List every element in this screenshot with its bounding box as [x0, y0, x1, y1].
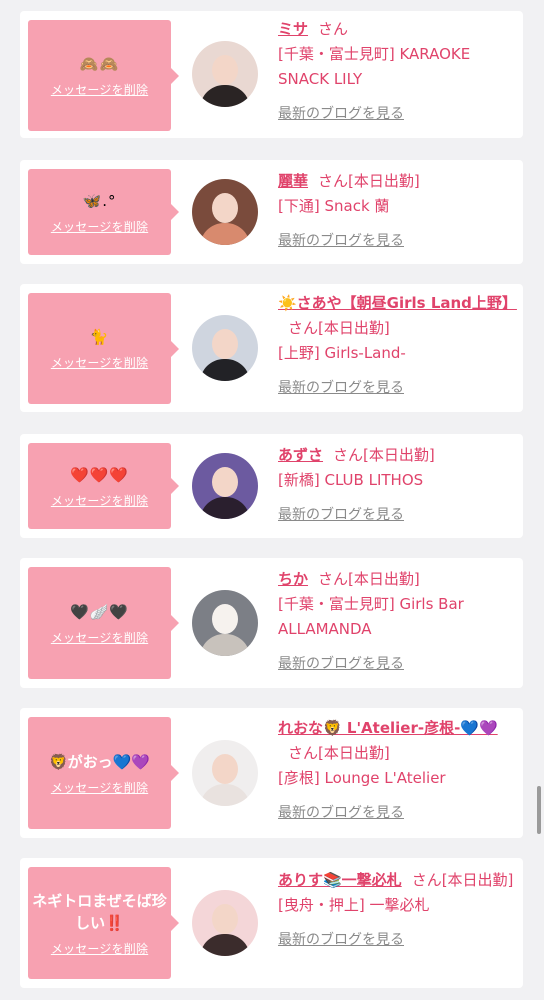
- name-suffix: さん[本日出勤]: [333, 446, 435, 464]
- girl-name-link[interactable]: ちか: [278, 570, 308, 588]
- latest-blog-link[interactable]: 最新のブログを見る: [278, 503, 404, 528]
- delete-message-link[interactable]: メッセージを削除: [51, 81, 148, 98]
- delete-message-link[interactable]: メッセージを削除: [51, 940, 148, 957]
- name-suffix: さん[本日出勤]: [318, 570, 420, 588]
- message-bubble: 🖤🪽🖤 メッセージを削除: [28, 567, 179, 679]
- girl-name-link[interactable]: ミサ: [278, 20, 308, 38]
- shop-info: [彦根] Lounge L'Atelier: [278, 769, 446, 787]
- shop-info: [千葉・富士見町] KARAOKE SNACK LILY: [278, 45, 471, 88]
- delete-message-link[interactable]: メッセージを削除: [51, 218, 148, 235]
- message-text: 🦁がおっ💙💜: [48, 752, 151, 771]
- delete-message-link[interactable]: メッセージを削除: [51, 354, 148, 371]
- avatar[interactable]: [192, 315, 258, 381]
- latest-blog-link[interactable]: 最新のブログを見る: [278, 928, 404, 953]
- name-suffix: さん[本日出勤]: [288, 744, 390, 762]
- delete-message-link[interactable]: メッセージを削除: [51, 779, 148, 796]
- message-text: ネギトロまぜそば珍しい‼️: [32, 891, 167, 932]
- message-text: 🖤🪽🖤: [69, 602, 130, 621]
- message-bubble: 🙈🙈 メッセージを削除: [28, 20, 179, 131]
- avatar[interactable]: [192, 740, 258, 806]
- latest-blog-link[interactable]: 最新のブログを見る: [278, 229, 404, 254]
- name-suffix: さん: [318, 20, 349, 38]
- message-bubble: 🦁がおっ💙💜 メッセージを削除: [28, 717, 179, 829]
- name-suffix: さん[本日出勤]: [318, 172, 420, 190]
- message-bubble: 🦋.° メッセージを削除: [28, 169, 179, 255]
- message-card: ネギトロまぜそば珍しい‼️ メッセージを削除 ありす📚一撃必札 さん[本日出勤] …: [20, 858, 523, 988]
- shop-info: [上野] Girls-Land-: [278, 344, 406, 362]
- delete-message-link[interactable]: メッセージを削除: [51, 492, 148, 509]
- shop-info: [下通] Snack 蘭: [278, 197, 390, 215]
- message-card: 🙈🙈 メッセージを削除 ミサ さん [千葉・富士見町] KARAOKE SNACK…: [20, 11, 523, 138]
- avatar[interactable]: [192, 453, 258, 519]
- latest-blog-link[interactable]: 最新のブログを見る: [278, 376, 404, 401]
- message-card: ❤️❤️❤️ メッセージを削除 あずさ さん[本日出勤] [新橋] CLUB LI…: [20, 434, 523, 538]
- scrollbar[interactable]: [537, 786, 541, 834]
- latest-blog-link[interactable]: 最新のブログを見る: [278, 801, 404, 826]
- latest-blog-link[interactable]: 最新のブログを見る: [278, 652, 404, 677]
- message-bubble: ❤️❤️❤️ メッセージを削除: [28, 443, 179, 529]
- girl-name-link[interactable]: 麗華: [278, 172, 308, 190]
- message-card: 🦁がおっ💙💜 メッセージを削除 れおな🦁 L'Atelier-彦根-💙💜 さん[本…: [20, 708, 523, 838]
- name-suffix: さん[本日出勤]: [411, 871, 514, 889]
- girl-name-link[interactable]: あずさ: [278, 446, 323, 464]
- message-text: 🐈: [89, 328, 110, 346]
- message-bubble: ネギトロまぜそば珍しい‼️ メッセージを削除: [28, 867, 179, 979]
- girl-name-link[interactable]: ☀️さあや【朝昼Girls Land上野】: [278, 294, 517, 312]
- name-suffix: さん[本日出勤]: [288, 319, 390, 337]
- message-card: 🐈 メッセージを削除 ☀️さあや【朝昼Girls Land上野】さん[本日出勤]…: [20, 284, 523, 412]
- girl-name-link[interactable]: れおな🦁 L'Atelier-彦根-💙💜: [278, 719, 498, 737]
- latest-blog-link[interactable]: 最新のブログを見る: [278, 102, 404, 127]
- avatar[interactable]: [192, 590, 258, 656]
- message-text: 🙈🙈: [79, 55, 120, 73]
- shop-info: [新橋] CLUB LITHOS: [278, 471, 424, 489]
- shop-info: [曳舟・押上] 一撃必札: [278, 896, 430, 914]
- avatar[interactable]: [192, 41, 258, 107]
- avatar[interactable]: [192, 179, 258, 245]
- shop-info: [千葉・富士見町] Girls Bar ALLAMANDA: [278, 595, 464, 638]
- message-card: 🦋.° メッセージを削除 麗華 さん[本日出勤] [下通] Snack 蘭 最新の…: [20, 160, 523, 264]
- delete-message-link[interactable]: メッセージを削除: [51, 629, 148, 646]
- message-bubble: 🐈 メッセージを削除: [28, 293, 179, 404]
- message-card: 🖤🪽🖤 メッセージを削除 ちか さん[本日出勤] [千葉・富士見町] Girls …: [20, 558, 523, 688]
- message-text: 🦋.°: [82, 191, 117, 210]
- message-text: ❤️❤️❤️: [69, 465, 130, 484]
- avatar[interactable]: [192, 890, 258, 956]
- girl-name-link[interactable]: ありす📚一撃必札: [278, 871, 402, 889]
